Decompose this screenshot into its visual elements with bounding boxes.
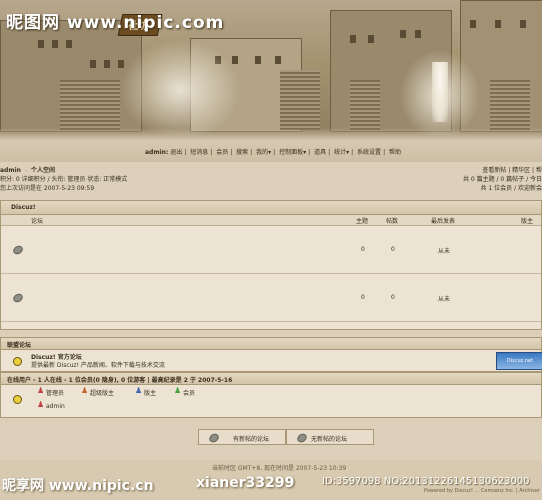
footer-timezone: 当前时区 GMT+8, 现在时间是 2007-5-23 10:39 [212,465,347,472]
col-posts: 帖数 [386,218,399,225]
bottom-watermark: 昵享网 www.nipic.cn [2,478,154,494]
top-watermark: 昵图网 www.nipic.com [6,13,225,33]
user-line: admin - 个人空间 [0,167,55,174]
online-icon [13,395,22,404]
banner-figure [432,62,448,122]
row-posts: 0 [391,246,395,253]
forum-category-header: Discuz! [1,201,541,215]
alliance-desc: 提供最新 Discuz! 产品新闻、软件下载与技术交流 [31,362,165,369]
role-member: 会员 [183,390,196,397]
row-topics: 0 [361,294,365,301]
legend-new: 有新帖的论坛 [198,429,286,445]
username-link[interactable]: admin [0,167,21,174]
online-box: 在线用户 - 1 人在线 - 1 位会员(0 隐身), 0 位游客 | 最高纪录… [0,372,542,418]
nav-search[interactable]: 搜索 [236,149,248,156]
bottom-watermark-id: ID:3597098 NO:20131226145130623000 [322,476,530,487]
top-nav: admin: 退出 | 短消息 | 会员 | 搜索 | 我的▾ | 控制面板▾ | 道具 | … [145,149,402,156]
col-moderator: 版主 [521,218,534,225]
forum-row[interactable]: 0 0 从未 [1,226,541,274]
alliance-title: 联盟论坛 [7,342,32,349]
row-posts: 0 [391,294,395,301]
nav-members[interactable]: 会员 [216,149,228,156]
nav-my[interactable]: 我的 [256,149,268,156]
site-stats: 共 0 篇主题 / 0 篇帖子 / 今日 [462,176,542,183]
user-stats: 积分: 0 详细积分 / 头衔: 管理员 状态: 正常模式 [0,176,128,183]
role-mod: 版主 [144,390,157,397]
bottom-watermark-user: xianer33299 [196,475,295,491]
alliance-header: 联盟论坛 [1,338,541,350]
footer-powered: Powered by Discuz! ... Comsenz Inc. | Ar… [423,488,540,494]
admin-role-icon: ♟ [37,386,45,395]
col-forum: 论坛 [31,218,44,225]
forum-status-icon [11,244,25,256]
legend-no-new-label: 无新帖的论坛 [311,436,348,443]
alliance-icon [13,357,22,366]
header-banner: 社坊 昵图网 www.nipic.com [0,0,542,140]
col-topics: 主题 [356,218,369,225]
admin-role-icon: ♟ [37,400,45,409]
forum-category-title[interactable]: Discuz! [11,204,36,211]
alliance-box: 联盟论坛 Discuz! 官方论坛 提供最新 Discuz! 产品新闻、软件下载… [0,337,542,372]
row-topics: 0 [361,246,365,253]
new-posts-icon [207,432,221,444]
quick-links[interactable]: 查看新帖 | 精华区 | 帮 [482,165,542,174]
role-admin: 管理员 [46,390,65,397]
legend-new-label: 有新帖的论坛 [233,436,270,443]
last-visit: 您上次访问是在 2007-5-23 09:59 [0,185,95,192]
nav-user: admin: [145,149,169,156]
nav-logout[interactable]: 退出 [170,149,182,156]
legend-no-new: 无新帖的论坛 [286,429,374,445]
mod-role-icon: ♟ [135,386,143,395]
col-last-post: 最后发表 [431,218,456,225]
super-mod-role-icon: ♟ [81,386,89,395]
alliance-logo[interactable]: Discuz.net [496,352,542,370]
no-new-posts-icon [295,432,309,444]
nav-help[interactable]: 帮助 [389,149,401,156]
footer: 当前时区 GMT+8, 现在时间是 2007-5-23 10:39 Powere… [0,460,542,500]
nav-control-panel[interactable]: 控制面板 [279,149,303,156]
forum-row[interactable]: 0 0 从未 [1,274,541,322]
forum-status-icon [11,292,25,304]
nav-stats[interactable]: 统计 [334,149,346,156]
forum-column-header: 论坛 主题 帖数 最后发表 版主 [1,215,541,226]
nav-items[interactable]: 道具 [314,149,326,156]
row-last-post: 从未 [438,296,451,303]
online-summary: 在线用户 - 1 人在线 - 1 位会员(0 隐身), 0 位游客 | 最高纪录… [7,377,233,384]
forum-table: Discuz! 论坛 主题 帖数 最后发表 版主 0 0 从未 0 0 从未 [0,200,542,330]
online-header: 在线用户 - 1 人在线 - 1 位会员(0 隐身), 0 位游客 | 最高纪录… [1,373,541,385]
row-last-post: 从未 [438,248,451,255]
online-user[interactable]: admin [46,403,65,410]
nav-messages[interactable]: 短消息 [190,149,208,156]
member-stats: 共 1 位会员 / 欢迎新会 [480,185,542,192]
role-super-mod: 超级版主 [90,390,115,397]
personal-space-link[interactable]: 个人空间 [31,167,55,174]
nav-settings[interactable]: 系统设置 [357,149,381,156]
member-role-icon: ♟ [174,386,182,395]
